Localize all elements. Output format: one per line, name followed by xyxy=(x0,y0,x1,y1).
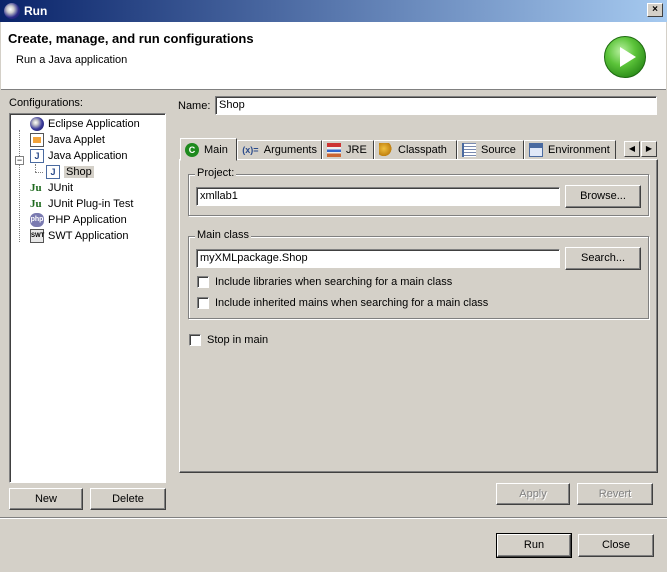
main-class-field[interactable]: myXMLpackage.Shop xyxy=(196,249,560,268)
delete-button[interactable]: Delete xyxy=(90,488,166,510)
tab-environment[interactable]: Environment xyxy=(524,140,616,160)
checkbox-box[interactable] xyxy=(197,297,209,309)
tree-connector xyxy=(35,172,43,173)
tree-item-junit[interactable]: Ju JUnit xyxy=(30,180,73,196)
arguments-icon: (x)= xyxy=(242,145,259,155)
source-icon xyxy=(462,143,476,157)
tree-item-eclipse-application[interactable]: Eclipse Application xyxy=(30,116,140,132)
configurations-label: Configurations: xyxy=(9,97,83,109)
tree-item-label: Java Application xyxy=(48,150,128,162)
new-button[interactable]: New xyxy=(9,488,83,510)
tab-scroll-right-button[interactable]: ▶ xyxy=(641,141,657,157)
apply-button[interactable]: Apply xyxy=(496,483,570,505)
tree-item-php-application[interactable]: php PHP Application xyxy=(30,212,127,228)
junit-icon: Ju xyxy=(30,182,42,194)
search-button[interactable]: Search... xyxy=(565,247,641,270)
name-field[interactable]: Shop xyxy=(215,96,657,115)
header-title: Create, manage, and run configurations xyxy=(8,31,254,46)
tree-item-java-application[interactable]: J Java Application xyxy=(30,148,128,164)
tree-item-label: Java Applet xyxy=(48,134,105,146)
tree-connector xyxy=(19,130,20,242)
tab-arguments[interactable]: (x)= Arguments xyxy=(237,140,322,160)
main-class-group-label: Main class xyxy=(195,229,251,241)
include-inherited-label: Include inherited mains when searching f… xyxy=(215,297,489,309)
close-button[interactable]: Close xyxy=(578,534,654,557)
jre-icon xyxy=(327,143,341,157)
title-bar: Run × xyxy=(0,0,667,22)
project-field[interactable]: xmllab1 xyxy=(196,187,560,206)
tab-main[interactable]: C Main xyxy=(180,138,237,161)
tree-item-label: JUnit xyxy=(48,182,74,194)
checkbox-box[interactable] xyxy=(197,276,209,288)
tab-jre[interactable]: JRE xyxy=(322,140,374,160)
tab-scroll-left-button[interactable]: ◀ xyxy=(624,141,640,157)
tab-classpath[interactable]: Classpath xyxy=(374,140,457,160)
swt-icon: SWT xyxy=(30,229,44,243)
main-tab-icon: C xyxy=(185,142,199,157)
tab-bar: C Main (x)= Arguments JRE Classpath Sour… xyxy=(180,138,658,161)
tab-label: Main xyxy=(204,143,228,156)
java-application-icon: J xyxy=(30,149,44,163)
run-button[interactable]: Run xyxy=(496,533,572,558)
stop-in-main-checkbox[interactable]: Stop in main xyxy=(189,334,268,346)
header-subtitle: Run a Java application xyxy=(16,54,128,66)
tree-item-shop[interactable]: J Shop xyxy=(46,164,94,180)
tree-item-label: Shop xyxy=(64,166,94,178)
close-window-button[interactable]: × xyxy=(647,3,663,17)
eclipse-icon xyxy=(30,117,44,131)
tab-label: JRE xyxy=(346,144,367,156)
revert-button[interactable]: Revert xyxy=(577,483,653,505)
collapse-toggle[interactable]: − xyxy=(15,156,24,165)
tree-item-label: PHP Application xyxy=(48,214,127,226)
java-applet-icon xyxy=(30,133,44,147)
tree-item-label: SWT Application xyxy=(48,230,129,242)
tree-item-swt-application[interactable]: SWT SWT Application xyxy=(30,228,129,244)
tree-connector xyxy=(35,164,36,172)
footer-separator xyxy=(0,517,667,519)
stop-in-main-label: Stop in main xyxy=(207,334,269,346)
dialog-header: Create, manage, and run configurations R… xyxy=(1,22,666,90)
window-title: Run xyxy=(24,4,48,18)
include-libraries-label: Include libraries when searching for a m… xyxy=(215,276,453,288)
php-icon: php xyxy=(30,213,44,227)
browse-button[interactable]: Browse... xyxy=(565,185,641,208)
checkbox-box[interactable] xyxy=(189,334,201,346)
tree-item-label: JUnit Plug-in Test xyxy=(48,198,134,210)
main-tab-panel: Project: xmllab1 Browse... Main class my… xyxy=(179,159,658,473)
classpath-icon xyxy=(379,143,393,157)
environment-icon xyxy=(529,143,543,157)
run-icon xyxy=(604,36,646,78)
eclipse-icon xyxy=(4,3,20,19)
tab-source[interactable]: Source xyxy=(457,140,524,160)
junit-plugin-icon: Ju xyxy=(30,198,42,210)
name-label: Name: xyxy=(178,100,211,112)
include-libraries-checkbox[interactable]: Include libraries when searching for a m… xyxy=(197,276,452,288)
tab-label: Source xyxy=(481,144,516,156)
tree-item-label: Eclipse Application xyxy=(48,118,140,130)
tab-label: Arguments xyxy=(263,144,317,156)
include-inherited-checkbox[interactable]: Include inherited mains when searching f… xyxy=(197,297,488,309)
tab-label: Environment xyxy=(548,144,610,156)
project-group-label: Project: xyxy=(195,167,237,179)
java-class-icon: J xyxy=(46,165,60,179)
tree-item-junit-plugin-test[interactable]: Ju JUnit Plug-in Test xyxy=(30,196,133,212)
tree-item-java-applet[interactable]: Java Applet xyxy=(30,132,105,148)
configurations-tree[interactable]: − Eclipse Application Java Applet J Java… xyxy=(9,113,166,483)
tab-label: Classpath xyxy=(398,144,447,156)
